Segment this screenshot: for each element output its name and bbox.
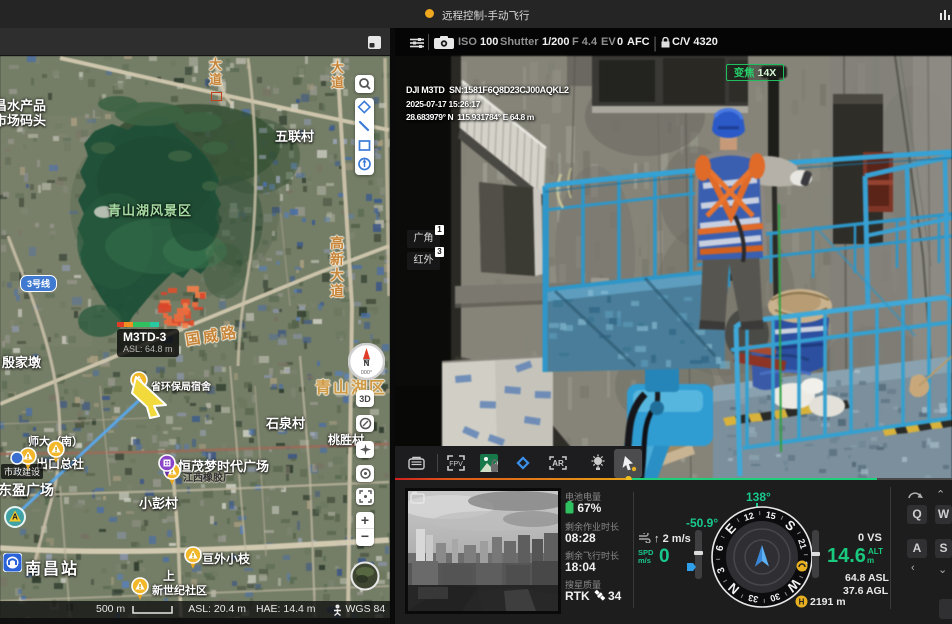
svg-text:000°: 000° [361,370,372,376]
svg-text:A: A [12,513,18,522]
svg-text:N: N [364,359,370,368]
svg-text:H: H [799,598,805,607]
svg-text:FPV: FPV [449,461,463,468]
svg-text:15: 15 [765,509,777,521]
svg-text:AR: AR [552,459,564,468]
svg-text:33: 33 [747,593,759,605]
